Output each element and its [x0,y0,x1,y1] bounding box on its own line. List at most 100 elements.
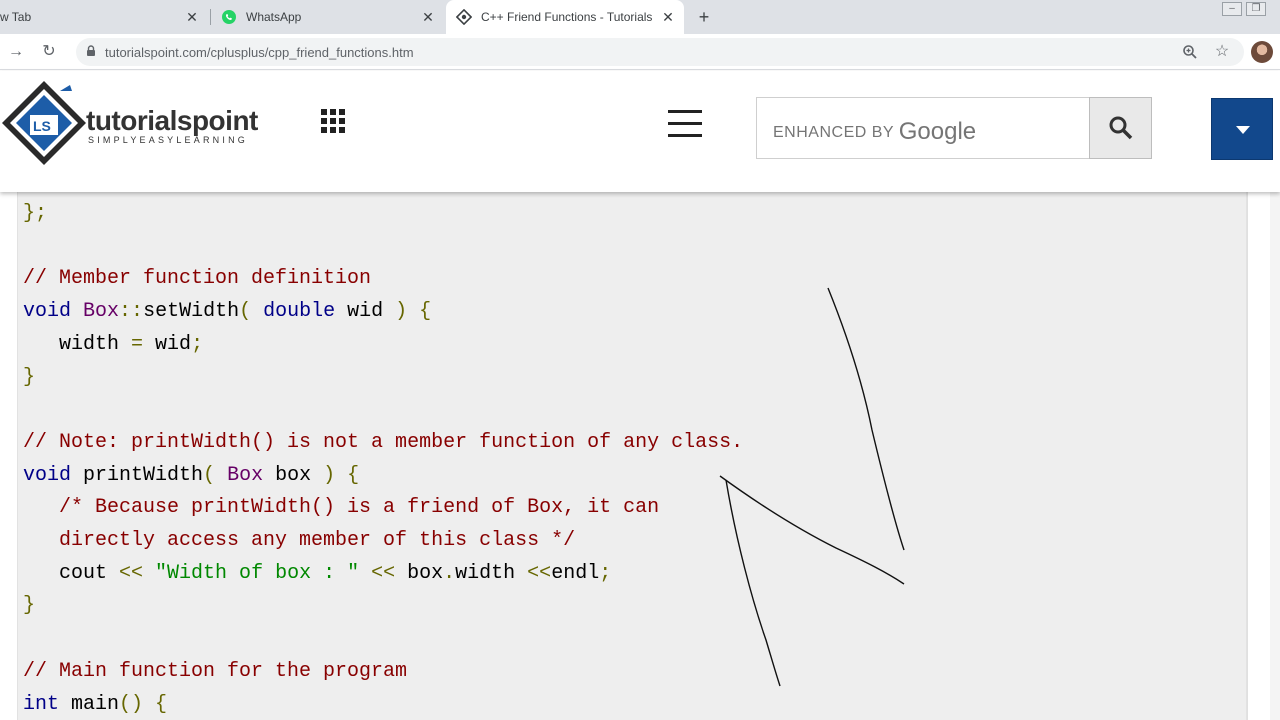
logo-emblem-icon: LS [2,81,86,165]
code-line: width = wid; [23,333,203,357]
main-content: }; // Member function definition void Box:… [0,192,1280,720]
code-line: } [23,366,35,390]
tab-title: w Tab [0,10,32,24]
svg-text:LS: LS [33,118,51,134]
minimize-icon[interactable]: – [1222,2,1242,16]
code-token: printWidth [71,463,204,487]
code-line: /* Because printWidth() is a friend of B… [23,496,659,520]
code-line: // Note: printWidth() is not a member fu… [23,431,743,455]
code-line: void Box::setWidth( double wid ) { [23,300,431,324]
search-placeholder: ENHANCED BY Google [773,116,977,145]
code-line: }; [23,202,47,226]
code-block: }; // Member function definition void Box:… [17,192,1247,720]
code-token: ( [239,300,264,324]
code-token: } [23,594,36,618]
code-token: /* Because printWidth() is a friend of B… [23,496,660,520]
code-line: int main() { [23,693,167,717]
url-text: tutorialspoint.com/cplusplus/cpp_friend_… [105,45,414,60]
code-token: // Main function for the program [23,659,408,683]
code-token: void [23,463,72,487]
code-line: void printWidth( Box box ) { [23,464,359,488]
code-token: Box [227,463,264,487]
code-token: () { [119,692,168,716]
zoom-icon[interactable] [1181,43,1199,61]
code-line: directly access any member of this class… [23,529,575,553]
code-token: cout [23,561,120,585]
code-token: "Width of box : " [155,561,360,585]
close-icon[interactable]: ✕ [184,9,200,25]
code-token: box [395,561,444,585]
address-bar[interactable]: tutorialspoint.com/cplusplus/cpp_friend_… [76,38,1244,66]
search-placeholder-prefix: ENHANCED BY [773,124,894,141]
code-token: << [371,561,396,585]
lock-icon [87,45,95,56]
forward-icon[interactable]: → [4,40,28,64]
panel-divider [1247,192,1248,720]
code-token: endl [551,561,600,585]
logo-text: tutorialspoint [86,105,258,136]
code-token: // Member function definition [23,267,372,291]
site-header: LS tutorialspoint SIMPLYEASYLEARNING ENH… [0,71,1280,192]
tab-separator [210,9,211,25]
scrollbar[interactable] [1270,192,1280,720]
site-logo[interactable]: LS tutorialspoint SIMPLYEASYLEARNING [0,77,310,169]
tab-new-tab[interactable]: w Tab ✕ [0,0,208,34]
tab-title: WhatsApp [246,10,302,24]
code-token: }; [23,202,48,225]
code-token: ( [203,463,228,487]
tab-strip: w Tab ✕ WhatsApp ✕ C++ Friend Functions … [0,0,1280,34]
code-token: ; [191,332,204,356]
tutorialspoint-tab-icon [456,9,472,25]
code-token: << [119,561,144,585]
code-line: cout << "Width of box : " << box.width <… [23,562,611,586]
code-token: ) { [323,463,360,487]
tab-cpp-friend-functions[interactable]: C++ Friend Functions - Tutorials ✕ [446,0,684,34]
avatar[interactable] [1251,41,1273,63]
code-token: width [23,332,132,356]
star-icon[interactable]: ☆ [1213,43,1231,61]
code-token: int [23,692,60,716]
caret-down-icon [1236,126,1250,134]
code-token: void [23,300,72,324]
hamburger-icon[interactable] [668,109,702,137]
code-token: width [455,561,528,585]
search-icon [1109,116,1133,140]
code-token: . [443,561,456,585]
tab-whatsapp[interactable]: WhatsApp ✕ [212,0,444,34]
search-button[interactable] [1089,97,1152,159]
tab-title: C++ Friend Functions - Tutorials [481,10,653,24]
new-tab-button[interactable]: + [694,7,714,27]
browser-toolbar: → ↻ tutorialspoint.com/cplusplus/cpp_fri… [0,34,1280,70]
code-token: directly access any member of this class… [23,529,576,552]
whatsapp-icon [222,10,236,24]
code-token: wid [335,300,396,324]
code-token: ; [599,561,612,585]
close-icon[interactable]: ✕ [420,9,436,25]
code-token: = [131,332,144,356]
code-token: :: [119,300,144,324]
code-token: << [527,561,552,585]
code-token: // Note: printWidth() is not a member fu… [23,430,744,454]
code-line: } [23,594,35,618]
code-token: double [263,300,336,324]
menu-dropdown-button[interactable] [1211,98,1273,160]
code-token: } [23,365,36,389]
restore-icon[interactable]: ❐ [1246,2,1266,16]
search-input[interactable]: ENHANCED BY Google [756,97,1090,159]
code-token: setWidth [143,300,240,324]
close-icon[interactable]: ✕ [660,9,676,25]
code-line: // Member function definition [23,267,371,291]
code-token: main [59,692,120,716]
code-token: box [263,463,324,487]
logo-tagline: SIMPLYEASYLEARNING [88,135,248,145]
reload-icon[interactable]: ↻ [37,40,61,64]
code-token: wid [143,332,192,356]
search-placeholder-brand: Google [898,118,977,145]
code-line: // Main function for the program [23,660,407,684]
code-token: Box [83,300,120,324]
grid-icon[interactable] [321,109,345,133]
code-token: ) { [395,300,432,324]
